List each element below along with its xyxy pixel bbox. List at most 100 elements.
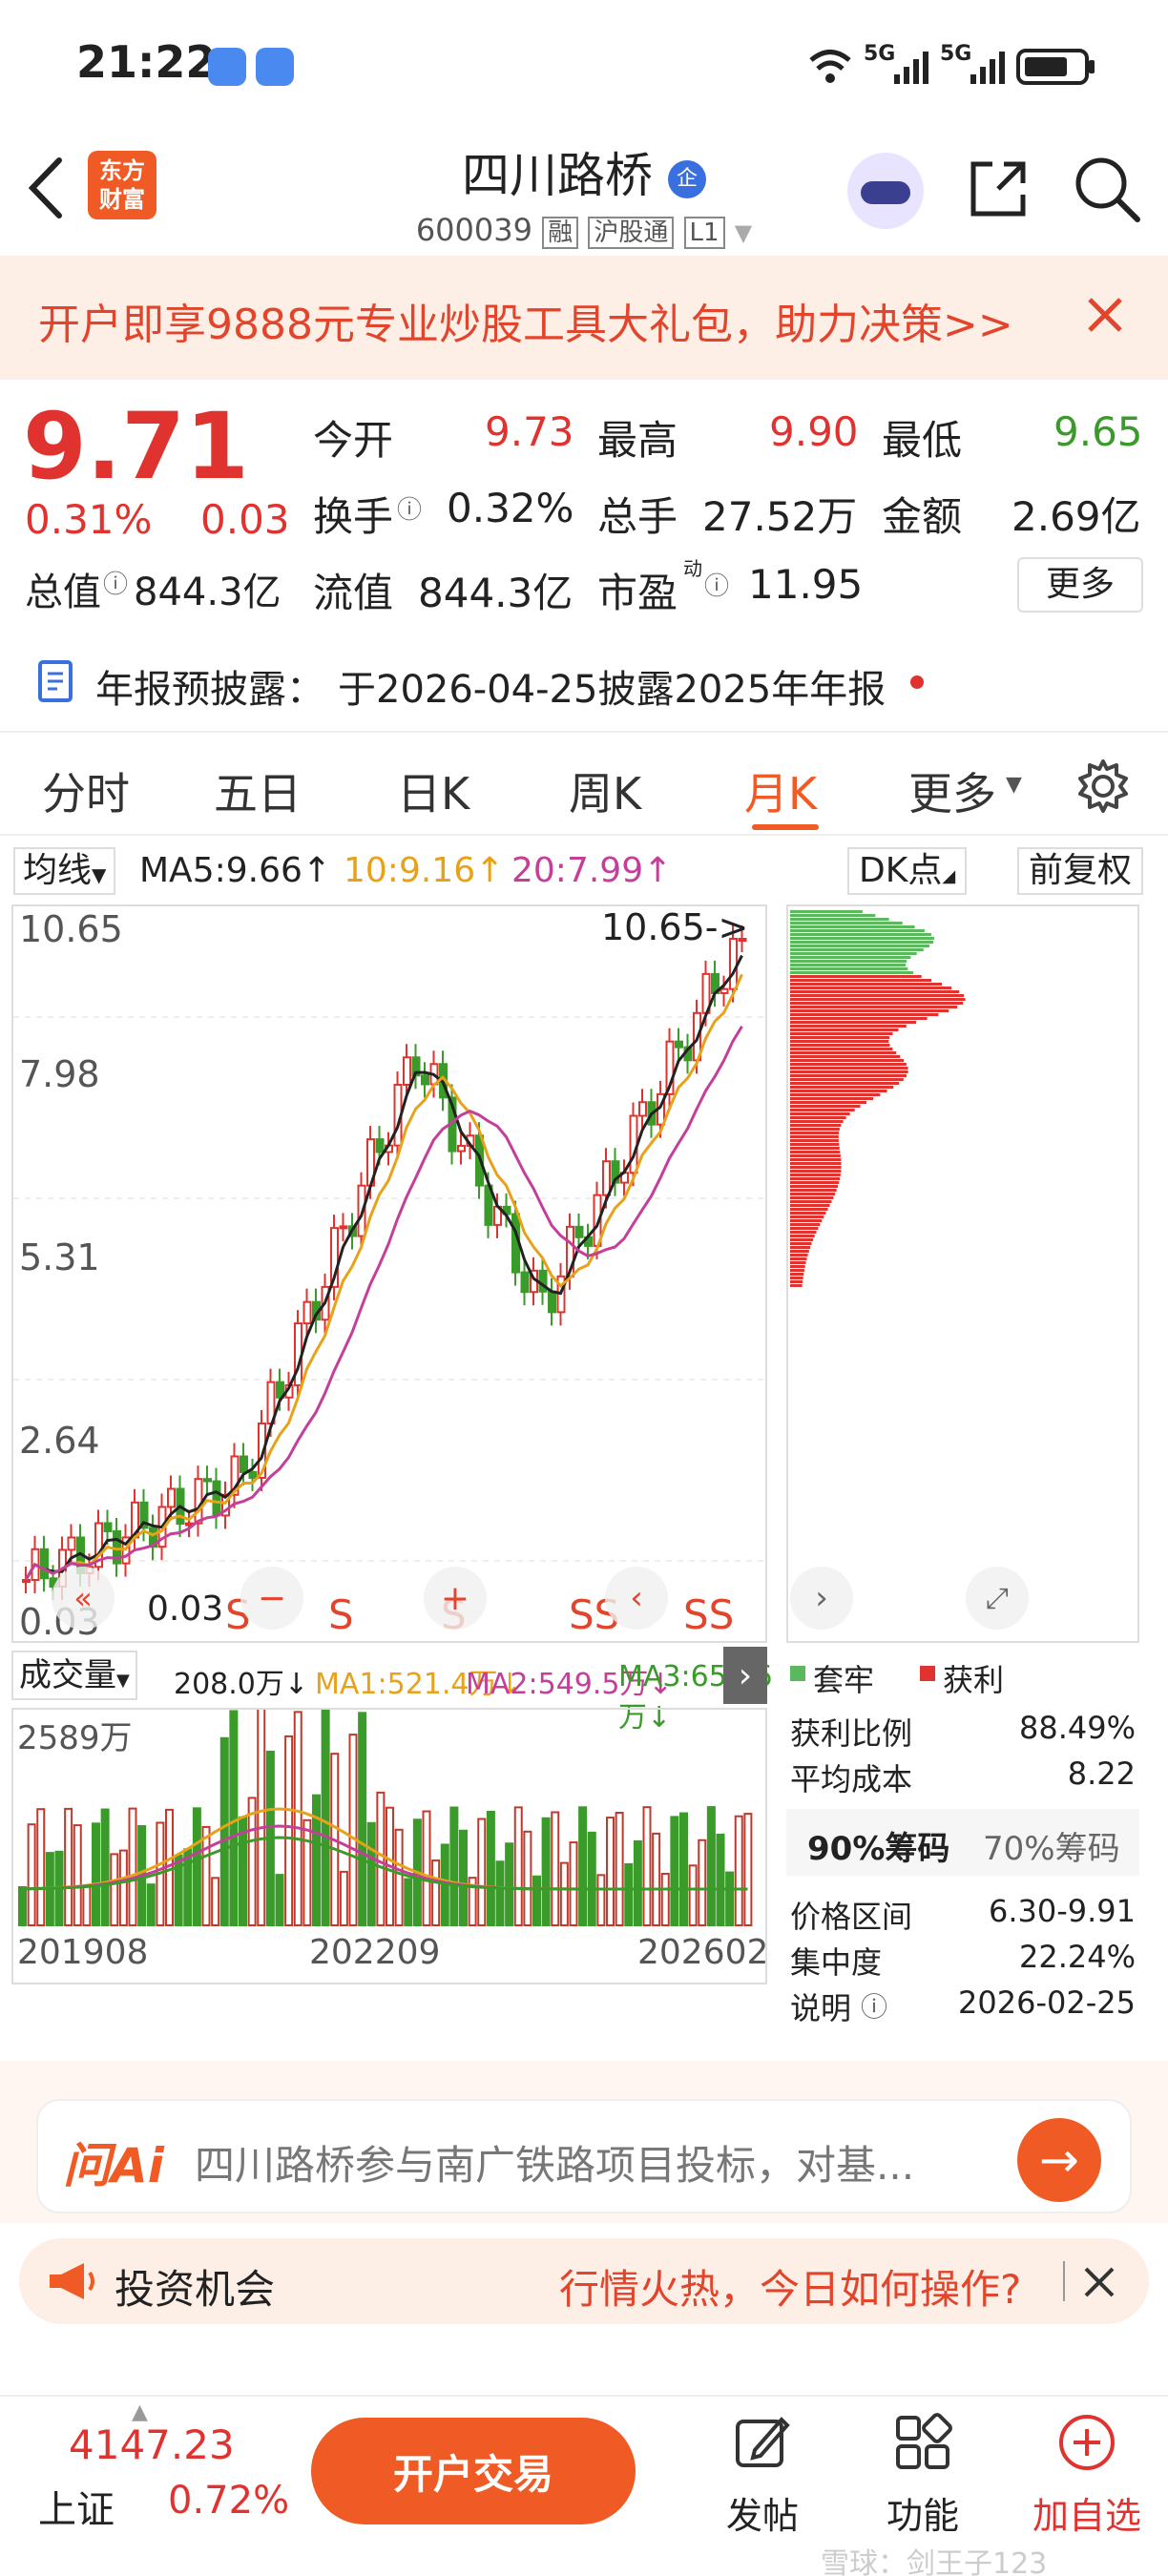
chip-distribution-chart[interactable]: › ⤢ <box>786 904 1139 1643</box>
scroll-left-icon[interactable]: ‹ <box>605 1567 668 1630</box>
change-value: 0.03 <box>200 496 290 543</box>
chip-bar <box>790 1261 806 1264</box>
chip-bar <box>790 918 889 921</box>
amount-label: 金额 <box>882 493 963 540</box>
candle-body <box>22 1579 31 1583</box>
post-button[interactable]: 发帖 <box>710 2406 815 2568</box>
volume-bar <box>92 1822 100 1926</box>
y-label-4: 2.64 <box>19 1420 100 1462</box>
chip-bar <box>790 1143 840 1146</box>
index-value[interactable]: 4147.23 <box>69 2421 235 2468</box>
add-circle-icon <box>1059 2415 1115 2470</box>
pe-info-icon[interactable]: ⓘ <box>704 567 729 602</box>
chip-bar <box>790 979 932 982</box>
volume-bar <box>449 1806 459 1926</box>
turnover-info-icon[interactable]: ⓘ <box>397 490 422 526</box>
tab-chip-70[interactable]: 70%筹码 <box>983 1822 1120 1869</box>
chevron-right-icon[interactable]: › <box>790 1567 853 1630</box>
note-date: 2026-02-25 <box>958 1984 1136 2021</box>
volume-bar <box>734 1815 743 1926</box>
tab-five-day[interactable]: 五日 <box>214 759 302 822</box>
volume-bar <box>642 1806 652 1926</box>
chip-bar <box>790 1105 861 1108</box>
trade-button[interactable]: 开户交易 <box>311 2418 636 2524</box>
tab-weekly-k[interactable]: 周K <box>569 759 641 822</box>
search-icon[interactable] <box>1071 153 1143 225</box>
chip-bar <box>790 1097 874 1100</box>
high-label: 最高 <box>597 417 678 464</box>
dk-point-button[interactable]: DK点◢ <box>847 847 968 895</box>
indicator-select[interactable]: 均线▼ <box>13 847 116 895</box>
candle-body <box>212 1480 221 1517</box>
candle-body <box>40 1548 49 1580</box>
kline-chart[interactable]: 10.65 7.98 5.31 2.64 0.03 10.65-> 0.03 S… <box>11 904 767 1643</box>
ai-robot-avatar[interactable] <box>847 153 924 229</box>
turnover-label: 换手 <box>313 493 394 540</box>
last-price: 9.71 <box>23 393 249 500</box>
volume-indicator-select[interactable]: 成交量▼ <box>11 1651 137 1700</box>
info-icon[interactable]: ⓘ <box>103 565 128 600</box>
chip-bar <box>790 1212 826 1215</box>
chevron-down-icon[interactable]: ▼ <box>735 219 752 246</box>
chip-bar <box>790 1174 841 1176</box>
y-label-2: 7.98 <box>19 1053 100 1095</box>
opportunity-bar[interactable]: 投资机会 行情火热，今日如何操作? <box>19 2238 1149 2324</box>
chip-bar <box>790 1170 842 1173</box>
tab-daily-k[interactable]: 日K <box>397 759 469 822</box>
volume-bar <box>358 1712 367 1927</box>
annual-report-notice[interactable]: 年报预披露： 于2026-04-25披露2025年年报 <box>0 618 1168 733</box>
volume-bar <box>321 1710 330 1927</box>
zoom-out-icon[interactable]: − <box>240 1567 303 1630</box>
tab-more[interactable]: 更多 <box>908 759 996 822</box>
notification-app-icon <box>256 48 294 86</box>
chip-bar <box>790 1227 819 1230</box>
period-tabs: 分时 五日 日K 周K 月K 更多 ▼ <box>0 733 1168 836</box>
settings-gear-icon[interactable] <box>1074 758 1132 815</box>
chip-bar <box>790 1250 809 1253</box>
volume-bar <box>559 1861 569 1926</box>
chip-bar <box>790 1154 841 1157</box>
chip-bar <box>790 1025 907 1028</box>
volume-chart[interactable]: 2589万 201908 202209 202602 <box>11 1708 768 1984</box>
close-icon[interactable] <box>1084 294 1126 336</box>
chip-bar <box>790 1147 840 1150</box>
max-annotation: 10.65-> <box>601 906 749 948</box>
ai-question-bar[interactable]: 问Ai 四川路桥参与南广铁路项目投标，对基... → <box>36 2099 1132 2213</box>
tab-chip-90[interactable]: 90%筹码 <box>807 1822 949 1869</box>
chip-bar <box>790 1063 907 1066</box>
candle-body <box>103 1522 113 1533</box>
volume-bar <box>404 1878 413 1926</box>
low-label: 最低 <box>882 417 963 464</box>
close-opportunity-icon[interactable] <box>1080 2263 1118 2301</box>
scroll-left-fast-icon[interactable]: « <box>52 1567 115 1630</box>
arrow-right-icon[interactable]: → <box>1017 2118 1101 2202</box>
promo-banner[interactable]: 开户即享9888元专业炒股工具大礼包，助力决策>> <box>0 256 1168 380</box>
chip-bar <box>790 1090 887 1092</box>
note-label: 说明 <box>790 1990 852 2026</box>
share-icon[interactable] <box>964 155 1032 223</box>
avg-cost-value: 8.22 <box>1067 1755 1136 1792</box>
dk-point-label: DK点 <box>859 851 943 890</box>
float-value: 844.3亿 <box>418 570 574 616</box>
expand-icon[interactable]: ⤢ <box>966 1567 1029 1630</box>
concentration-label: 集中度 <box>790 1944 883 1981</box>
volume-bar <box>146 1883 156 1926</box>
chip-bar <box>790 956 911 959</box>
network-label-2: 5G <box>940 42 972 66</box>
zoom-in-icon[interactable]: + <box>424 1567 487 1630</box>
x-label-mid: 202209 <box>309 1933 441 1972</box>
note-info-icon[interactable]: ⓘ <box>861 1986 887 2025</box>
adjust-button[interactable]: 前复权 <box>1017 847 1144 895</box>
chip-bar <box>790 1208 828 1211</box>
candle-body <box>403 1056 411 1086</box>
document-icon <box>38 660 73 702</box>
high-value: 9.90 <box>769 408 859 455</box>
ma10-value: 10:9.16↑ <box>344 851 505 890</box>
more-button[interactable]: 更多 <box>1017 557 1143 613</box>
tab-intraday[interactable]: 分时 <box>42 759 130 822</box>
volume-next-icon[interactable]: › <box>723 1647 767 1704</box>
quote-panel: 9.71 0.31% 0.03 总值 ⓘ 844.3亿 今开 9.73 最高 9… <box>0 380 1168 618</box>
volume-bar <box>596 1874 606 1927</box>
chip-bar <box>790 975 922 978</box>
tab-monthly-k[interactable]: 月K <box>744 759 817 822</box>
